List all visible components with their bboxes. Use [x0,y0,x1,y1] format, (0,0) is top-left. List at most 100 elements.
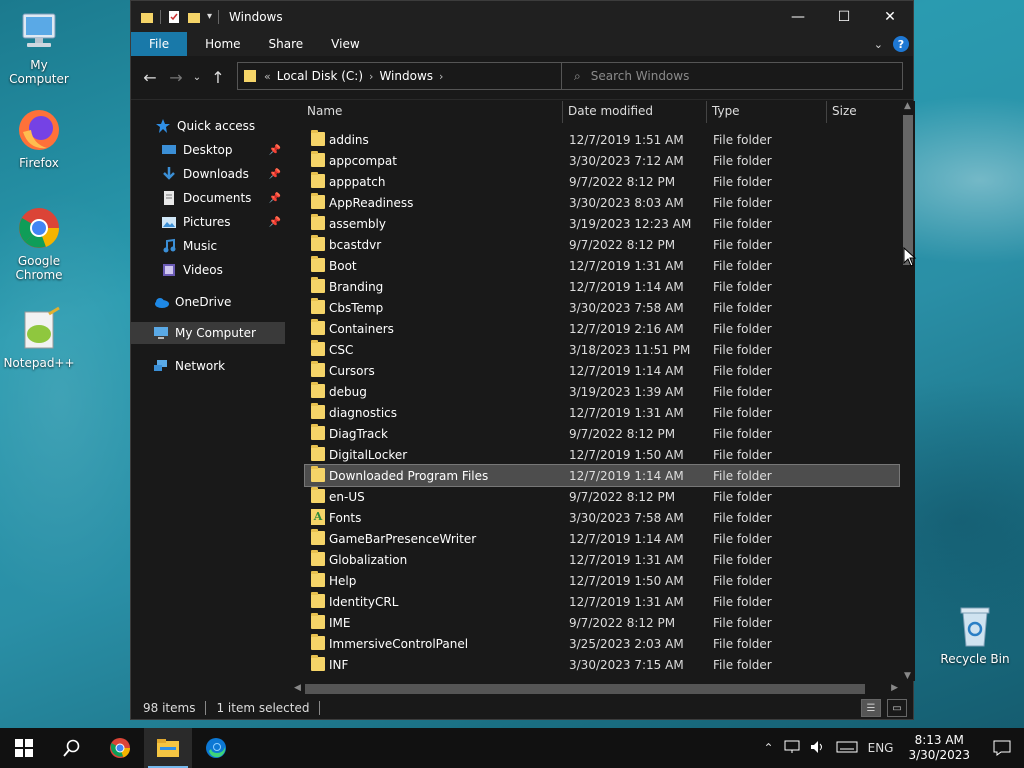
forward-button[interactable]: → [163,64,189,92]
table-row[interactable]: en-US 9/7/2022 8:12 PM File folder [305,486,899,507]
desktop-icon-notepad-plus-plus[interactable]: Notepad++ [0,306,78,370]
table-row[interactable]: addins 12/7/2019 1:51 AM File folder [305,129,899,150]
tab-view[interactable]: View [317,32,373,56]
pin-icon[interactable]: 📌 [269,145,281,156]
breadcrumb-local-disk[interactable]: Local Disk (C:) [277,69,363,83]
keyboard-icon[interactable] [831,741,863,756]
nav-downloads[interactable]: Downloads 📌 [161,163,285,185]
table-row[interactable]: Downloaded Program Files 12/7/2019 1:14 A… [304,464,900,487]
recent-locations-chevron-icon[interactable]: ⌄ [189,64,205,92]
tab-home[interactable]: Home [191,32,254,56]
table-row[interactable]: Boot 12/7/2019 1:31 AM File folder [305,255,899,276]
table-row[interactable]: A Fonts 3/30/2023 7:58 AM File folder [305,507,899,528]
explorer-window[interactable]: ▾ Windows — ☐ ✕ File Home Share View ⌄ ?… [130,0,915,720]
tab-file[interactable]: File [131,32,188,56]
column-header-name[interactable]: Name [307,101,342,123]
table-row[interactable]: INF 3/30/2023 7:15 AM File folder [305,654,899,675]
network-status-icon[interactable] [779,740,805,757]
table-row[interactable]: CSC 3/18/2023 11:51 PM File folder [305,339,899,360]
table-row[interactable]: Cursors 12/7/2019 1:14 AM File folder [305,360,899,381]
table-row[interactable]: GameBarPresenceWriter 12/7/2019 1:14 AM Fi… [305,528,899,549]
scroll-right-arrow-icon[interactable]: ▶ [891,683,898,693]
title-bar[interactable]: ▾ Windows — ☐ ✕ [131,1,913,32]
table-row[interactable]: assembly 3/19/2023 12:23 AM File folder [305,213,899,234]
table-row[interactable]: ImmersiveControlPanel 3/25/2023 2:03 AM Fi… [305,633,899,654]
large-icons-view-button[interactable]: ▭ [887,699,907,717]
table-row[interactable]: IdentityCRL 12/7/2019 1:31 AM File folder [305,591,899,612]
nav-my-computer[interactable]: My Computer [131,322,285,344]
table-row[interactable]: appcompat 3/30/2023 7:12 AM File folder [305,150,899,171]
taskbar-edge-button[interactable] [192,728,240,768]
column-header-size[interactable]: Size [832,101,857,123]
column-separator[interactable] [706,101,707,123]
nav-desktop[interactable]: Desktop 📌 [161,139,285,161]
column-separator[interactable] [562,101,563,123]
address-overflow-icon[interactable]: « [264,70,271,83]
taskbar-file-explorer-button[interactable] [144,728,192,768]
new-folder-icon[interactable] [187,10,201,24]
taskbar-chrome-button[interactable] [96,728,144,768]
nav-videos[interactable]: Videos [161,259,285,281]
close-button[interactable]: ✕ [867,1,913,32]
column-separator[interactable] [826,101,827,123]
help-icon[interactable]: ? [893,36,909,52]
desktop-icon-my-computer[interactable]: My Computer [0,8,78,86]
properties-icon[interactable] [167,10,181,24]
table-row[interactable]: IME 9/7/2022 8:12 PM File folder [305,612,899,633]
horizontal-scrollbar[interactable]: ◀ ▶ [291,681,901,697]
table-row[interactable]: debug 3/19/2023 1:39 AM File folder [305,381,899,402]
search-box[interactable]: ⌕ [561,62,903,90]
start-button[interactable] [0,728,48,768]
table-row[interactable]: DigitalLocker 12/7/2019 1:50 AM File folde… [305,444,899,465]
table-row[interactable]: apppatch 9/7/2022 8:12 PM File folder [305,171,899,192]
maximize-button[interactable]: ☐ [821,1,867,32]
table-row[interactable]: CbsTemp 3/30/2023 7:58 AM File folder [305,297,899,318]
expand-ribbon-chevron-icon[interactable]: ⌄ [874,38,883,51]
scroll-up-arrow-icon[interactable]: ▲ [904,101,911,111]
back-button[interactable]: ← [137,64,163,92]
search-input[interactable] [590,69,871,83]
clock[interactable]: 8:13 AM 3/30/2023 [898,733,980,763]
desktop-icon-google-chrome[interactable]: Google Chrome [0,204,78,282]
table-row[interactable]: bcastdvr 9/7/2022 8:12 PM File folder [305,234,899,255]
table-row[interactable]: Branding 12/7/2019 1:14 AM File folder [305,276,899,297]
show-hidden-icons-chevron-icon[interactable]: ⌃ [759,741,779,755]
horizontal-scroll-thumb[interactable] [305,684,865,694]
tab-share[interactable]: Share [255,32,318,56]
nav-quick-access[interactable]: Quick access [155,115,285,137]
scroll-down-arrow-icon[interactable]: ▼ [904,671,911,681]
pin-icon[interactable]: 📌 [269,217,281,228]
pin-icon[interactable]: 📌 [269,193,281,204]
scroll-left-arrow-icon[interactable]: ◀ [294,683,301,693]
table-row[interactable]: DiagTrack 9/7/2022 8:12 PM File folder [305,423,899,444]
vertical-scrollbar[interactable]: ▲ ▼ [901,101,915,681]
language-indicator[interactable]: ENG [863,741,899,755]
breadcrumb-chevron-icon[interactable]: › [439,70,443,83]
nav-music[interactable]: Music [161,235,285,257]
nav-onedrive[interactable]: OneDrive [153,291,285,313]
breadcrumb-windows[interactable]: Windows [379,69,433,83]
nav-network[interactable]: Network [153,355,285,377]
column-header-date-modified[interactable]: Date modified [568,101,653,123]
file-list[interactable]: ⌃ Name Date modified Type Size addins 12/… [291,101,901,681]
minimize-button[interactable]: — [775,1,821,32]
nav-pictures[interactable]: Pictures 📌 [161,211,285,233]
column-header-type[interactable]: Type [712,101,740,123]
desktop-icon-firefox[interactable]: Firefox [0,106,78,170]
volume-icon[interactable] [805,740,831,757]
customize-toolbar-chevron-icon[interactable]: ▾ [207,11,212,22]
search-button[interactable] [48,728,96,768]
vertical-scroll-thumb[interactable] [903,115,913,265]
desktop-icon-recycle-bin[interactable]: Recycle Bin [936,602,1014,666]
table-row[interactable]: AppReadiness 3/30/2023 8:03 AM File folder [305,192,899,213]
table-row[interactable]: Help 12/7/2019 1:50 AM File folder [305,570,899,591]
up-button[interactable]: ↑ [205,64,231,92]
pin-icon[interactable]: 📌 [269,169,281,180]
table-row[interactable]: Globalization 12/7/2019 1:31 AM File folde… [305,549,899,570]
notification-center-button[interactable] [980,728,1024,768]
details-view-button[interactable]: ☰ [861,699,881,717]
breadcrumb-chevron-icon[interactable]: › [369,70,373,83]
table-row[interactable]: Containers 12/7/2019 2:16 AM File folder [305,318,899,339]
nav-documents[interactable]: Documents 📌 [161,187,285,209]
table-row[interactable]: diagnostics 12/7/2019 1:31 AM File folder [305,402,899,423]
